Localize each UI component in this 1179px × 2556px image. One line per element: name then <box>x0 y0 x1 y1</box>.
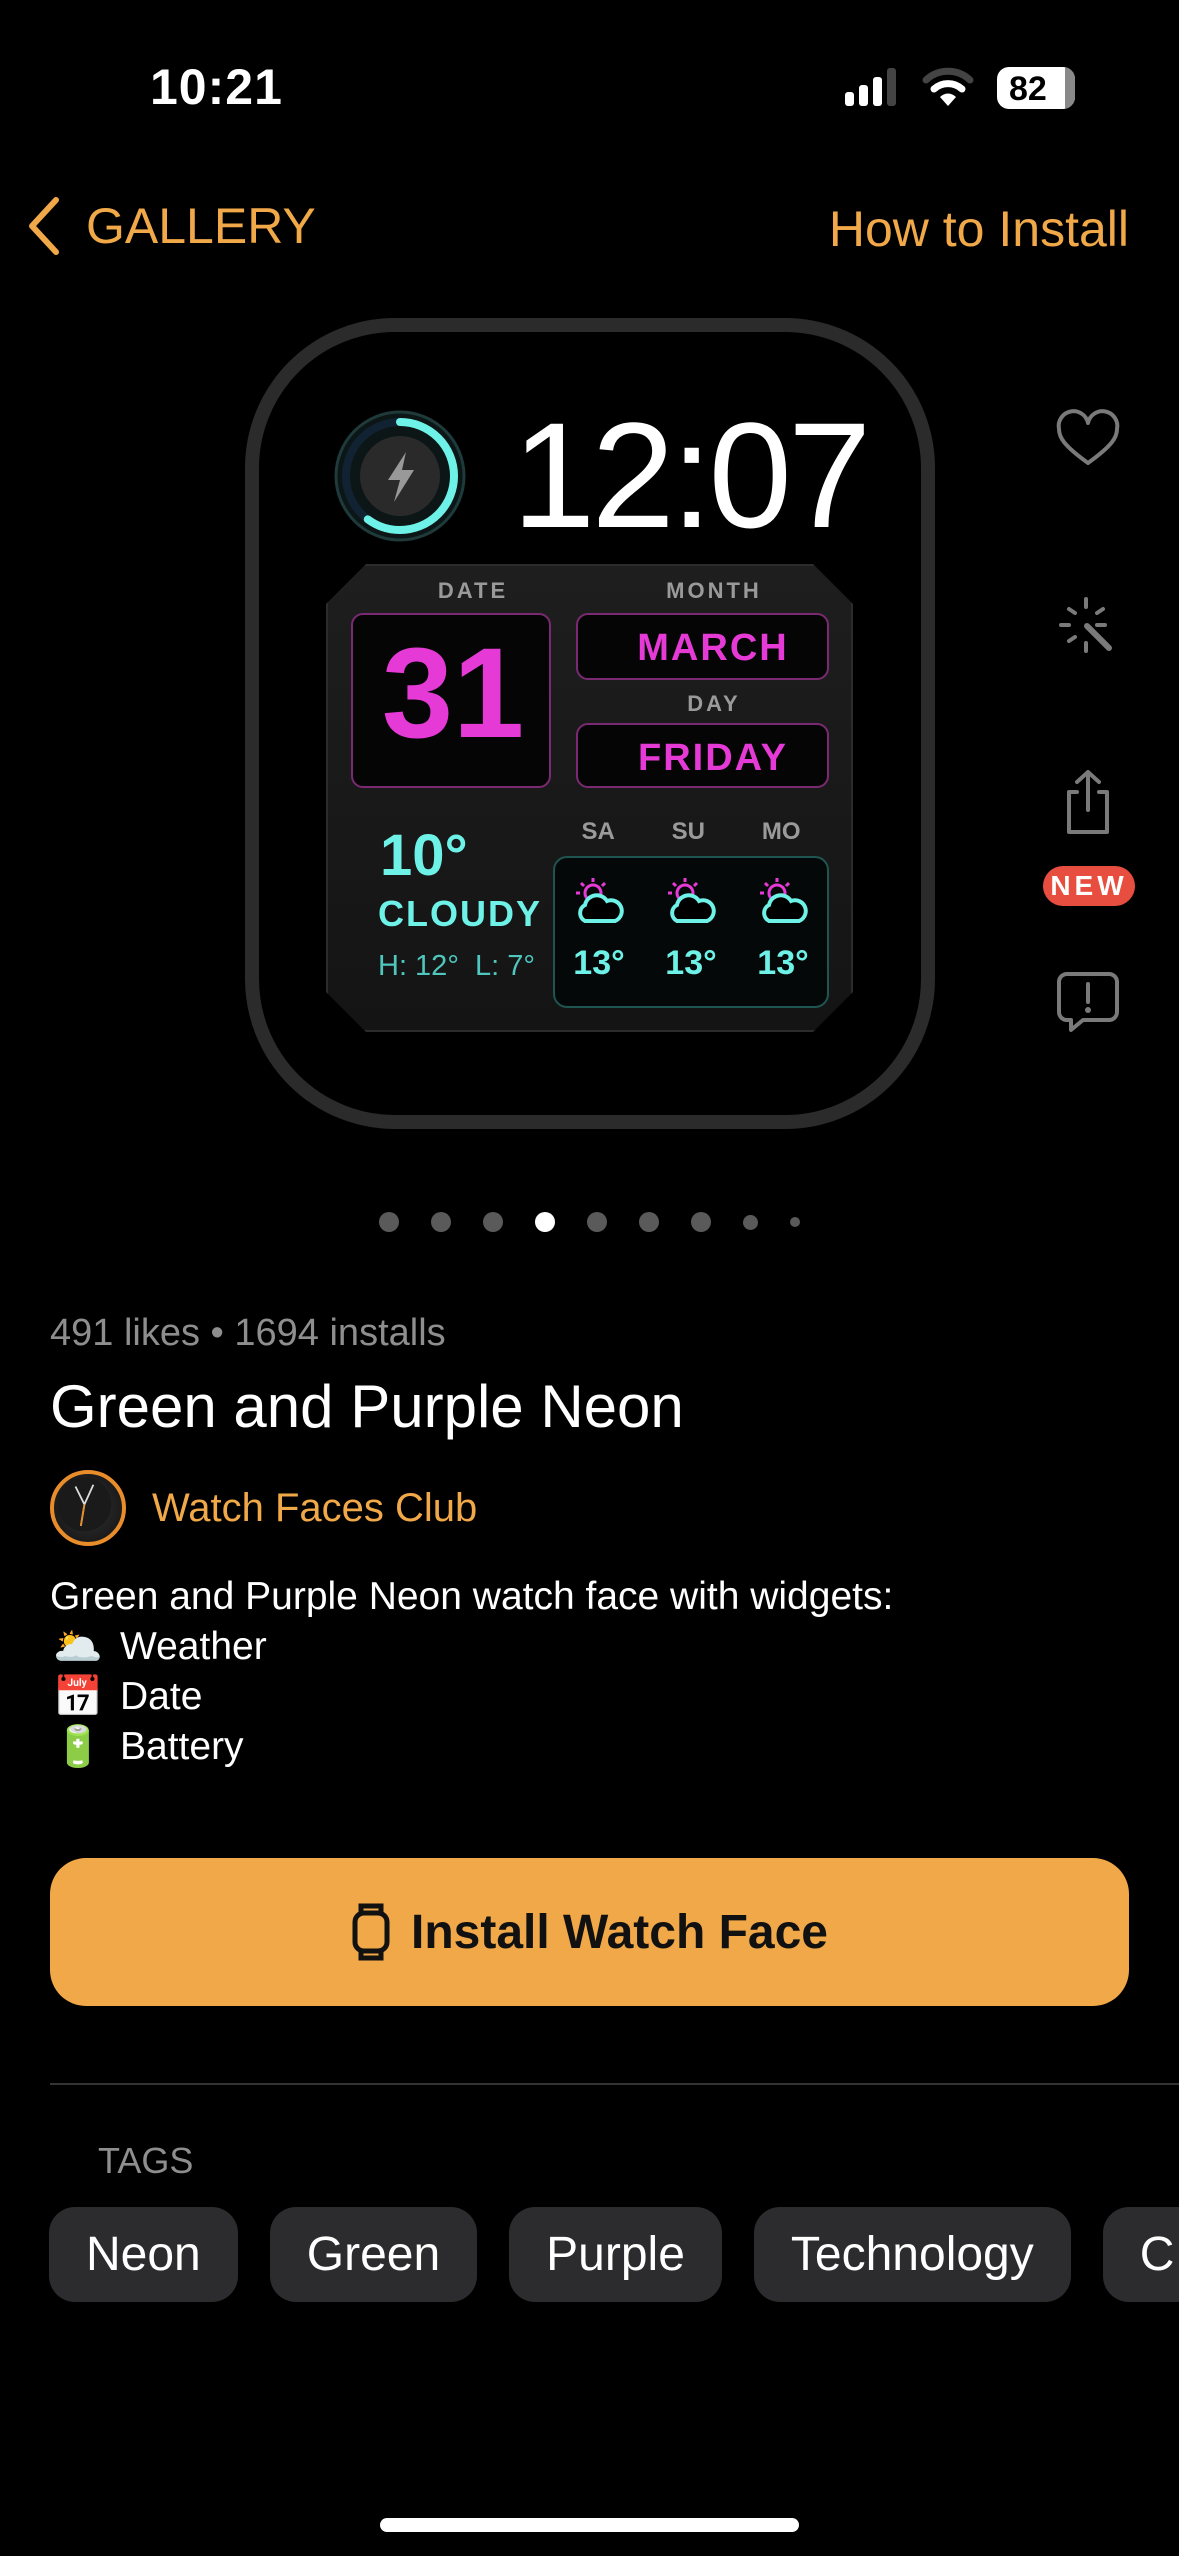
how-to-install-link[interactable]: How to Install <box>829 200 1129 258</box>
battery-emoji-icon: 🔋 <box>53 1725 103 1769</box>
author-avatar <box>50 1470 126 1546</box>
battery-complication <box>334 410 466 542</box>
battery-indicator: 82 <box>997 67 1075 109</box>
description-text: Green and Purple Neon watch face with wi… <box>50 1575 894 1618</box>
cellular-signal-icon <box>845 68 896 106</box>
day-value: FRIDAY <box>638 737 788 779</box>
tags-list[interactable]: Neon Green Purple Technology C <box>49 2207 1179 2302</box>
page-dot-active[interactable] <box>535 1212 555 1232</box>
battery-percent: 82 <box>1009 70 1047 108</box>
magic-wand-icon[interactable] <box>1053 591 1123 661</box>
page-dot[interactable] <box>431 1212 451 1232</box>
author-name: Watch Faces Club <box>152 1485 478 1530</box>
install-watch-face-button[interactable]: Install Watch Face <box>50 1858 1129 2006</box>
weather-emoji-icon: 🌥️ <box>53 1625 103 1669</box>
back-label: GALLERY <box>86 198 316 254</box>
weather-condition: CLOUDY <box>378 893 542 934</box>
forecast-day: SA <box>581 818 615 845</box>
new-badge: NEW <box>1043 866 1135 906</box>
watch-time: 12:07 <box>512 391 871 559</box>
status-time: 10:21 <box>150 59 283 115</box>
widget-label: Battery <box>120 1725 244 1768</box>
tag-more[interactable]: C <box>1102 2207 1179 2302</box>
page-dot[interactable] <box>483 1212 503 1232</box>
date-label: DATE <box>437 578 509 603</box>
stats-text: 491 likes • 1694 installs <box>50 1312 446 1354</box>
divider <box>50 2083 1179 2085</box>
page-dot[interactable] <box>790 1217 800 1227</box>
install-label: Install Watch Face <box>411 1905 828 1959</box>
partly-cloudy-icon <box>576 878 624 923</box>
current-temperature: 10° <box>380 823 468 888</box>
chevron-left-icon <box>29 197 59 255</box>
month-label: MONTH <box>666 578 762 603</box>
date-value: 31 <box>381 622 525 765</box>
month-value: MARCH <box>637 627 789 669</box>
forecast-days: SA SU MO <box>553 818 829 846</box>
forecast-temp: 13° <box>573 944 625 982</box>
partly-cloudy-icon <box>668 878 716 923</box>
tags-heading: TAGS <box>98 2140 194 2181</box>
page-dot[interactable] <box>587 1212 607 1232</box>
watch-icon <box>352 1903 390 1961</box>
wifi-icon <box>922 67 974 106</box>
forecast-icons <box>553 875 829 927</box>
page-dot[interactable] <box>639 1212 659 1232</box>
tag-neon[interactable]: Neon <box>49 2207 238 2302</box>
heart-icon[interactable] <box>1053 405 1123 475</box>
forecast-temp: 13° <box>757 944 809 982</box>
author-link[interactable]: Watch Faces Club <box>50 1470 477 1546</box>
widget-label: Date <box>120 1675 203 1718</box>
forecast-day: SU <box>671 818 705 845</box>
report-icon[interactable] <box>1053 968 1123 1038</box>
widget-label: Weather <box>120 1625 267 1668</box>
forecast-day: MO <box>761 818 801 845</box>
home-indicator[interactable] <box>380 2518 799 2532</box>
tag-technology[interactable]: Technology <box>753 2207 1071 2302</box>
tag-purple[interactable]: Purple <box>509 2207 722 2302</box>
page-dot[interactable] <box>743 1214 758 1230</box>
share-icon[interactable] <box>1053 768 1123 838</box>
forecast-temps: 13° 13° 13° <box>553 944 829 983</box>
page-indicator[interactable] <box>0 1212 1179 1232</box>
face-title: Green and Purple Neon <box>50 1373 684 1440</box>
calendar-emoji-icon: 📅 <box>53 1675 103 1719</box>
forecast-temp: 13° <box>665 944 717 982</box>
description: Green and Purple Neon watch face with wi… <box>50 1572 893 1772</box>
tag-green[interactable]: Green <box>269 2207 478 2302</box>
day-label: DAY <box>687 691 741 716</box>
page-dot[interactable] <box>691 1212 711 1232</box>
high-low: H: 12° L: 7° <box>378 950 535 982</box>
back-to-gallery-button[interactable]: GALLERY <box>26 196 316 256</box>
partly-cloudy-icon <box>760 878 808 923</box>
page-dot[interactable] <box>379 1212 399 1232</box>
